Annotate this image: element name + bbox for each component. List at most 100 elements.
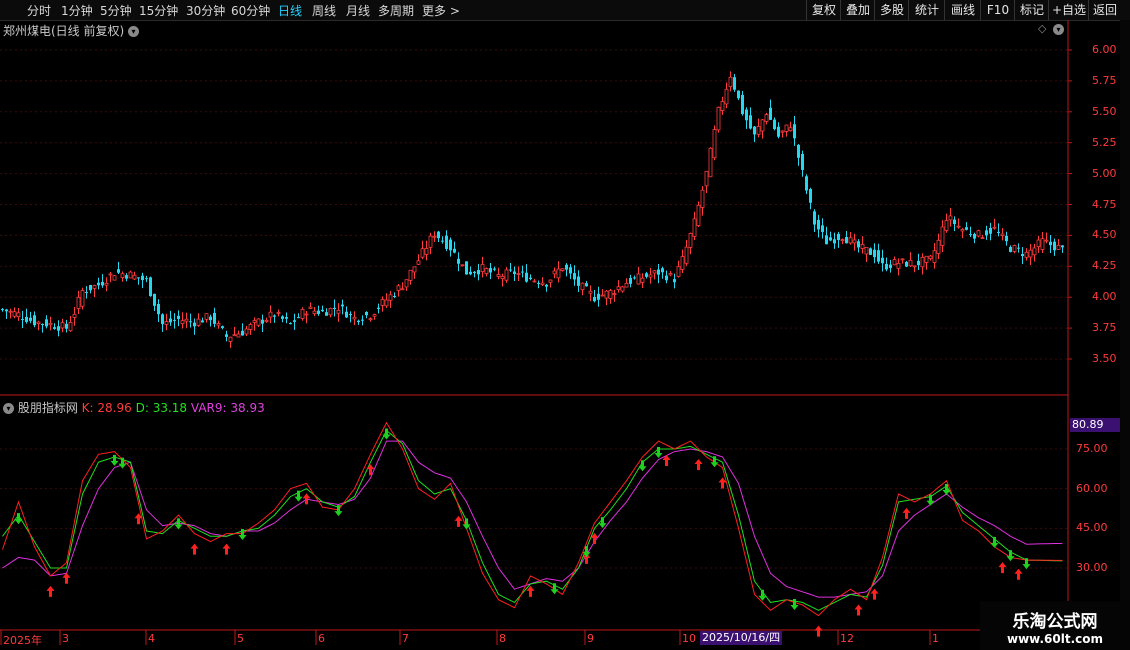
x-tick-label: 3 (62, 632, 69, 645)
candle-body (92, 285, 97, 289)
var9-value: VAR9: 38.93 (190, 401, 265, 415)
price-tick-label: 6.00 (1092, 43, 1117, 56)
candle-body (556, 268, 561, 279)
candle-body (368, 318, 373, 321)
candle-body (145, 278, 148, 280)
candle-body (281, 316, 284, 319)
candle-body (973, 233, 976, 239)
sell-arrow (942, 484, 951, 496)
candle-body (676, 266, 681, 277)
x-tick-label: 4 (148, 632, 155, 645)
candle-body (484, 268, 489, 274)
candle-body (321, 309, 324, 312)
candle-body (756, 126, 761, 135)
candle-body (801, 153, 804, 170)
candle-body (877, 250, 880, 262)
candle-body (248, 324, 253, 330)
candle-body (232, 334, 237, 337)
candle-body (349, 313, 352, 315)
candle-body (956, 225, 961, 228)
watermark: 乐淘公式网 www.60lt.com (980, 601, 1130, 650)
candle-body (53, 327, 56, 329)
candle-body (881, 257, 884, 264)
candle-body (325, 312, 328, 316)
candle-body (985, 230, 988, 236)
candle-body (244, 328, 249, 335)
candle-body (1028, 249, 1033, 258)
candle-body (60, 322, 65, 329)
chevron-down-icon[interactable]: ▾ (3, 403, 14, 414)
candle-body (289, 323, 292, 325)
price-tick-label: 3.75 (1092, 321, 1117, 335)
candle-body (241, 330, 244, 336)
candle-body (1012, 245, 1017, 252)
buy-arrow (694, 459, 703, 470)
candle-body (256, 318, 261, 326)
candle-body (441, 240, 444, 242)
candle-body (357, 320, 360, 323)
candle-body (437, 231, 440, 239)
candle-body (960, 228, 965, 232)
candle-body (612, 293, 617, 295)
candle-body (48, 322, 53, 326)
buy-arrow (870, 588, 879, 600)
candle-body (509, 269, 512, 271)
candle-body (645, 273, 648, 277)
candle-body (228, 336, 233, 342)
x-tick-label: 7 (402, 632, 409, 645)
candle-body (980, 237, 985, 240)
candle-body (948, 215, 953, 221)
candle-body (213, 312, 216, 324)
candle-body (8, 310, 13, 313)
candle-body (393, 295, 396, 297)
candle-body (400, 288, 405, 291)
candle-body (137, 277, 140, 279)
candle-body (940, 226, 945, 246)
candle-body (225, 334, 228, 337)
candle-body (252, 320, 257, 323)
candle-body (661, 268, 664, 273)
candle-body (969, 233, 972, 235)
price-tick-label: 5.75 (1092, 73, 1117, 87)
candle-body (745, 109, 748, 121)
candle-body (712, 129, 717, 159)
candle-body (89, 284, 92, 291)
candle-body (936, 239, 941, 254)
candle-body (372, 314, 377, 317)
candle-body (336, 309, 341, 314)
candle-body (928, 255, 933, 259)
candle-body (597, 293, 600, 300)
candle-body (432, 235, 437, 238)
candle-body (341, 304, 344, 307)
price-chart[interactable] (0, 0, 1130, 650)
candle-body (465, 261, 468, 275)
price-tick-label: 3.50 (1092, 352, 1117, 365)
candle-body (560, 268, 565, 271)
candle-body (668, 273, 673, 276)
candle-body (833, 239, 836, 244)
candle-body (892, 259, 897, 266)
candle-body (480, 263, 485, 273)
candle-body (164, 321, 169, 325)
candle-body (500, 275, 505, 280)
candle-body (445, 235, 448, 249)
price-tick-label: 4.25 (1092, 259, 1117, 273)
candle-body (777, 126, 780, 137)
candle-body (696, 204, 701, 226)
sell-arrow (294, 490, 303, 502)
candle-body (885, 263, 888, 270)
candle-body (308, 306, 313, 309)
candle-body (896, 262, 901, 269)
candle-body (469, 271, 472, 275)
candle-body (377, 307, 380, 309)
candle-body (788, 127, 793, 132)
candle-body (161, 314, 164, 325)
candle-body (769, 107, 772, 120)
candle-body (608, 290, 613, 299)
candle-body (420, 248, 425, 258)
candle-body (1021, 254, 1024, 257)
sell-arrow (990, 536, 999, 548)
candle-body (72, 313, 77, 318)
x-tick-label: 1 (932, 632, 939, 645)
indicator-value-label: 80.89 (1070, 418, 1122, 432)
